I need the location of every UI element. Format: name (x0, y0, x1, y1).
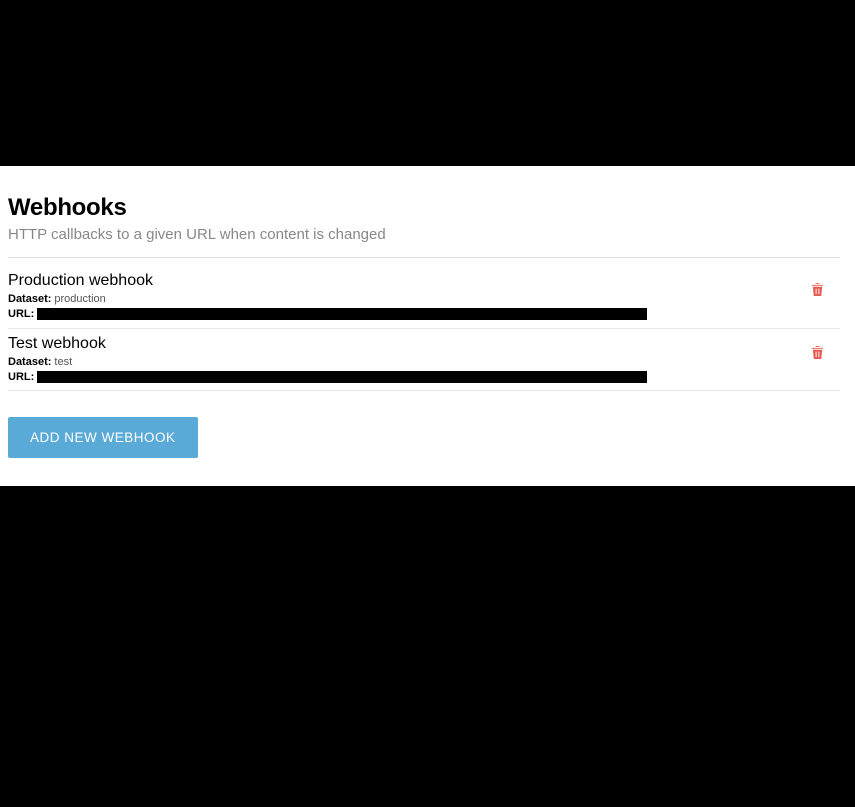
webhook-item: Test webhook Dataset: test URL: (8, 329, 840, 392)
webhook-meta: Dataset: test URL: (8, 355, 807, 385)
page-title: Webhooks (8, 194, 847, 222)
url-redacted (37, 308, 647, 320)
dataset-label: Dataset: (8, 355, 51, 370)
dataset-value: test (54, 355, 72, 370)
page-subtitle: HTTP callbacks to a given URL when conte… (8, 226, 847, 243)
webhook-name: Production webhook (8, 272, 807, 290)
delete-webhook-button[interactable] (807, 278, 828, 304)
url-label: URL: (8, 370, 34, 385)
url-redacted (37, 371, 647, 383)
webhook-info: Test webhook Dataset: test URL: (8, 335, 807, 385)
delete-webhook-button[interactable] (807, 341, 828, 367)
url-label: URL: (8, 307, 34, 322)
webhook-name: Test webhook (8, 335, 807, 353)
dataset-label: Dataset: (8, 292, 51, 307)
webhook-info: Production webhook Dataset: production U… (8, 272, 807, 322)
divider (8, 257, 840, 258)
webhook-item: Production webhook Dataset: production U… (8, 266, 840, 329)
webhook-meta: Dataset: production URL: (8, 292, 807, 322)
dataset-value: production (54, 292, 105, 307)
add-new-webhook-button[interactable]: ADD NEW WEBHOOK (8, 417, 198, 458)
trash-icon (811, 345, 824, 360)
webhooks-panel: Webhooks HTTP callbacks to a given URL w… (0, 166, 855, 486)
trash-icon (811, 282, 824, 297)
webhook-list: Production webhook Dataset: production U… (8, 266, 840, 391)
